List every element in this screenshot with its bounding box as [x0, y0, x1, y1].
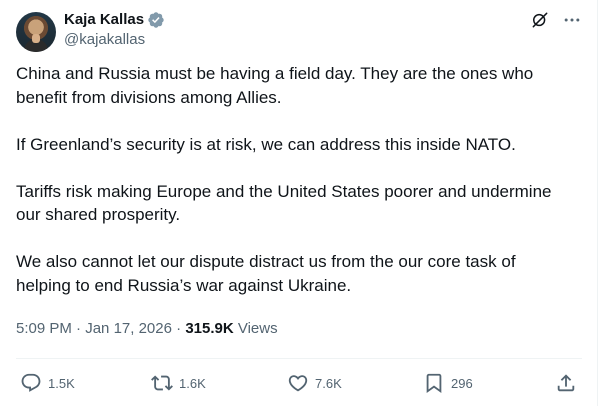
tweet-paragraph: If Greenland’s security is at risk, we c… — [16, 134, 516, 154]
repost-button[interactable]: 1.6K — [151, 371, 206, 395]
reply-button[interactable]: 1.5K — [20, 371, 75, 395]
divider — [16, 358, 582, 359]
display-name-row: Kaja Kallas — [64, 10, 165, 30]
meta-separator: · — [176, 320, 182, 337]
share-button[interactable] — [555, 371, 577, 395]
meta-separator: · — [76, 320, 82, 337]
tweet-meta: 5:09 PM · Jan 17, 2026 · 315.9K Views — [16, 319, 278, 339]
like-button[interactable]: 7.6K — [287, 371, 342, 395]
tweet-text: China and Russia must be having a field … — [16, 62, 582, 297]
author-handle[interactable]: @kajakallas — [64, 30, 165, 50]
repost-icon — [151, 375, 173, 391]
like-count: 7.6K — [315, 375, 342, 391]
repost-count: 1.6K — [179, 375, 206, 391]
more-icon[interactable] — [562, 10, 582, 30]
tweet-time[interactable]: 5:09 PM — [16, 320, 72, 337]
bookmark-button[interactable]: 296 — [423, 371, 473, 395]
tweet-paragraph: We also cannot let our dispute distract … — [16, 252, 516, 295]
bookmark-icon — [426, 373, 442, 394]
avatar[interactable] — [16, 12, 56, 52]
reply-count: 1.5K — [48, 375, 75, 391]
views-count[interactable]: 315.9K — [185, 320, 233, 337]
display-name[interactable]: Kaja Kallas — [64, 10, 144, 30]
bookmark-count: 296 — [451, 375, 473, 391]
verified-badge-icon[interactable] — [147, 11, 165, 29]
tweet-paragraph: China and Russia must be having a field … — [16, 64, 534, 107]
tweet-date[interactable]: Jan 17, 2026 — [85, 320, 172, 337]
heart-icon — [288, 375, 308, 392]
grok-icon[interactable] — [530, 10, 550, 30]
header-actions — [530, 10, 582, 30]
share-icon — [557, 374, 575, 392]
reply-icon — [21, 373, 41, 392]
tweet-card: Kaja Kallas @kajakallas China and Russia… — [0, 0, 598, 406]
avatar-hands — [32, 34, 40, 43]
views-label: Views — [237, 320, 278, 337]
tweet-paragraph: Tariffs risk making Europe and the Unite… — [16, 181, 552, 225]
author-names: Kaja Kallas @kajakallas — [64, 10, 165, 50]
action-bar: 1.5K 1.6K 7.6K 296 — [16, 371, 582, 395]
tweet-header: Kaja Kallas @kajakallas — [16, 10, 582, 52]
